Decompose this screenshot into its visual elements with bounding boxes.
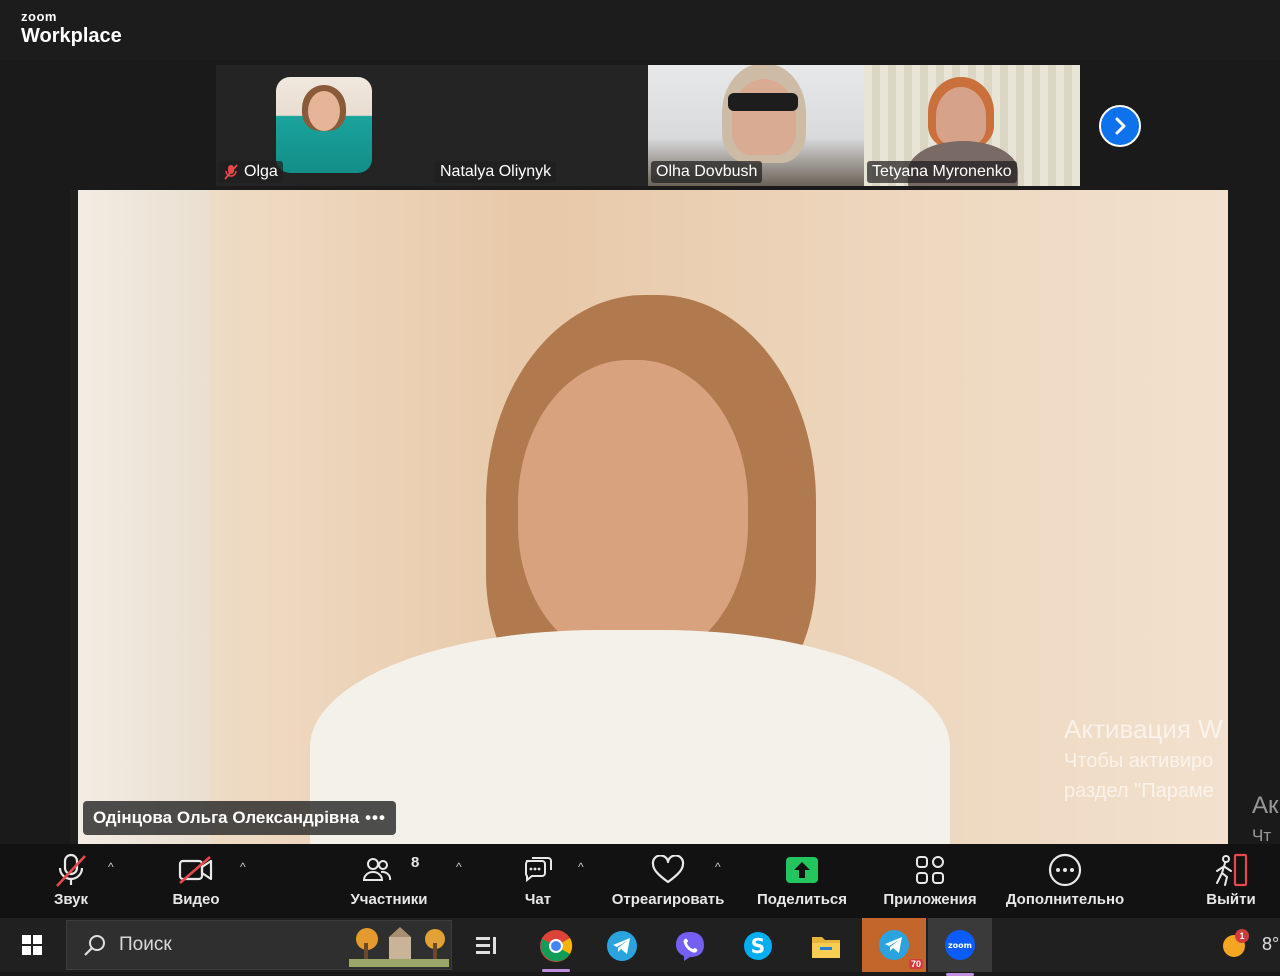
- react-options-caret[interactable]: ^: [715, 860, 721, 874]
- chevron-right-icon: [1115, 117, 1126, 135]
- title-bar: zoom Workplace: [0, 0, 1280, 60]
- next-page-button[interactable]: [1099, 105, 1141, 147]
- more-button[interactable]: Дополнительно: [1002, 850, 1128, 908]
- brand-large: Workplace: [21, 25, 122, 47]
- avatar: [276, 77, 372, 173]
- meeting-toolbar: Звук ^ Видео ^ 8 Участники ^ Чат ^ Отреа…: [0, 844, 1280, 918]
- telegram-active-app[interactable]: 70: [862, 918, 926, 972]
- file-explorer-app[interactable]: [804, 924, 848, 968]
- audio-options-caret[interactable]: ^: [108, 860, 114, 874]
- windows-taskbar: Поиск S 70 zoom 1 8°: [0, 918, 1280, 976]
- zoom-app[interactable]: zoom: [928, 918, 992, 976]
- speaker-name-tag[interactable]: Одінцова Ольга Олександрівна •••: [83, 801, 396, 835]
- chat-options-caret[interactable]: ^: [578, 860, 584, 874]
- search-placeholder: Поиск: [119, 934, 172, 955]
- thumbnail-olha[interactable]: Olha Dovbush: [648, 65, 864, 186]
- temperature: 8°: [1262, 934, 1280, 954]
- more-icon: [1048, 853, 1082, 887]
- svg-text:zoom: zoom: [948, 941, 972, 950]
- windows-activation-watermark: Активация W Чтобы активиро раздел "Парам…: [1064, 714, 1223, 802]
- brand-small: zoom: [21, 9, 57, 24]
- telegram-app[interactable]: [600, 924, 644, 968]
- apps-button[interactable]: Приложения: [879, 850, 981, 908]
- thumbnail-name-tag: Tetyana Myronenko: [867, 161, 1017, 183]
- video-off-icon: [178, 856, 213, 884]
- zoom-logo: zoom Workplace: [21, 10, 122, 48]
- skype-app[interactable]: S: [736, 924, 780, 968]
- participants-count: 8: [411, 854, 420, 871]
- zoom-icon: zoom: [945, 930, 975, 960]
- participants-button[interactable]: 8 Участники: [348, 850, 430, 908]
- heart-icon: [651, 855, 685, 884]
- thumbnail-name-tag: Natalya Oliynyk: [435, 161, 557, 183]
- telegram-unread-badge: 70: [908, 959, 923, 969]
- chat-icon: [525, 857, 552, 883]
- telegram-icon: [607, 931, 637, 961]
- chrome-app[interactable]: [534, 924, 578, 972]
- thumbnail-name-tag: Olha Dovbush: [651, 161, 763, 183]
- leave-button[interactable]: Выйти: [1204, 850, 1258, 908]
- thumbnail-name-tag: Olga: [219, 161, 283, 183]
- thumbnail-olga[interactable]: Olga: [216, 65, 432, 186]
- windows-start-icon[interactable]: [22, 935, 42, 955]
- active-speaker-video: Активация W Чтобы активиро раздел "Парам…: [70, 190, 1228, 844]
- share-button[interactable]: Поделиться: [756, 850, 848, 908]
- viber-app[interactable]: [668, 924, 712, 968]
- share-screen-icon: [786, 857, 818, 883]
- thumbnail-natalya[interactable]: Natalya Oliynyk: [432, 65, 648, 186]
- mic-muted-icon: [224, 164, 238, 180]
- weather-widget[interactable]: 1: [1222, 929, 1250, 965]
- task-view-button[interactable]: [464, 924, 508, 968]
- chrome-icon: [540, 930, 573, 962]
- react-button[interactable]: Отреагировать: [609, 850, 727, 908]
- chat-button[interactable]: Чат: [520, 850, 556, 908]
- participant-strip: Olga Natalya Oliynyk Olha Dovbush Tetyan…: [216, 65, 1080, 186]
- audio-button[interactable]: Звук: [46, 850, 96, 908]
- leave-icon: [1216, 853, 1248, 887]
- folder-icon: [812, 937, 840, 958]
- thumbnail-tetyana[interactable]: Tetyana Myronenko: [864, 65, 1080, 186]
- video-button[interactable]: Видео: [170, 850, 222, 908]
- video-options-caret[interactable]: ^: [240, 860, 246, 874]
- search-icon: [84, 935, 105, 956]
- more-options-icon[interactable]: •••: [365, 808, 386, 827]
- search-highlight-image: [349, 927, 449, 967]
- svg-text:S: S: [751, 934, 765, 958]
- taskbar-search[interactable]: Поиск: [66, 920, 452, 970]
- viber-icon: [676, 932, 704, 961]
- mic-muted-icon: [56, 853, 86, 887]
- skype-icon: S: [744, 932, 772, 960]
- apps-icon: [916, 856, 944, 884]
- weather-badge: 1: [1235, 929, 1249, 943]
- participants-options-caret[interactable]: ^: [456, 860, 462, 874]
- participants-icon: [362, 858, 392, 881]
- task-view-icon: [476, 937, 496, 954]
- telegram-icon: [879, 930, 909, 960]
